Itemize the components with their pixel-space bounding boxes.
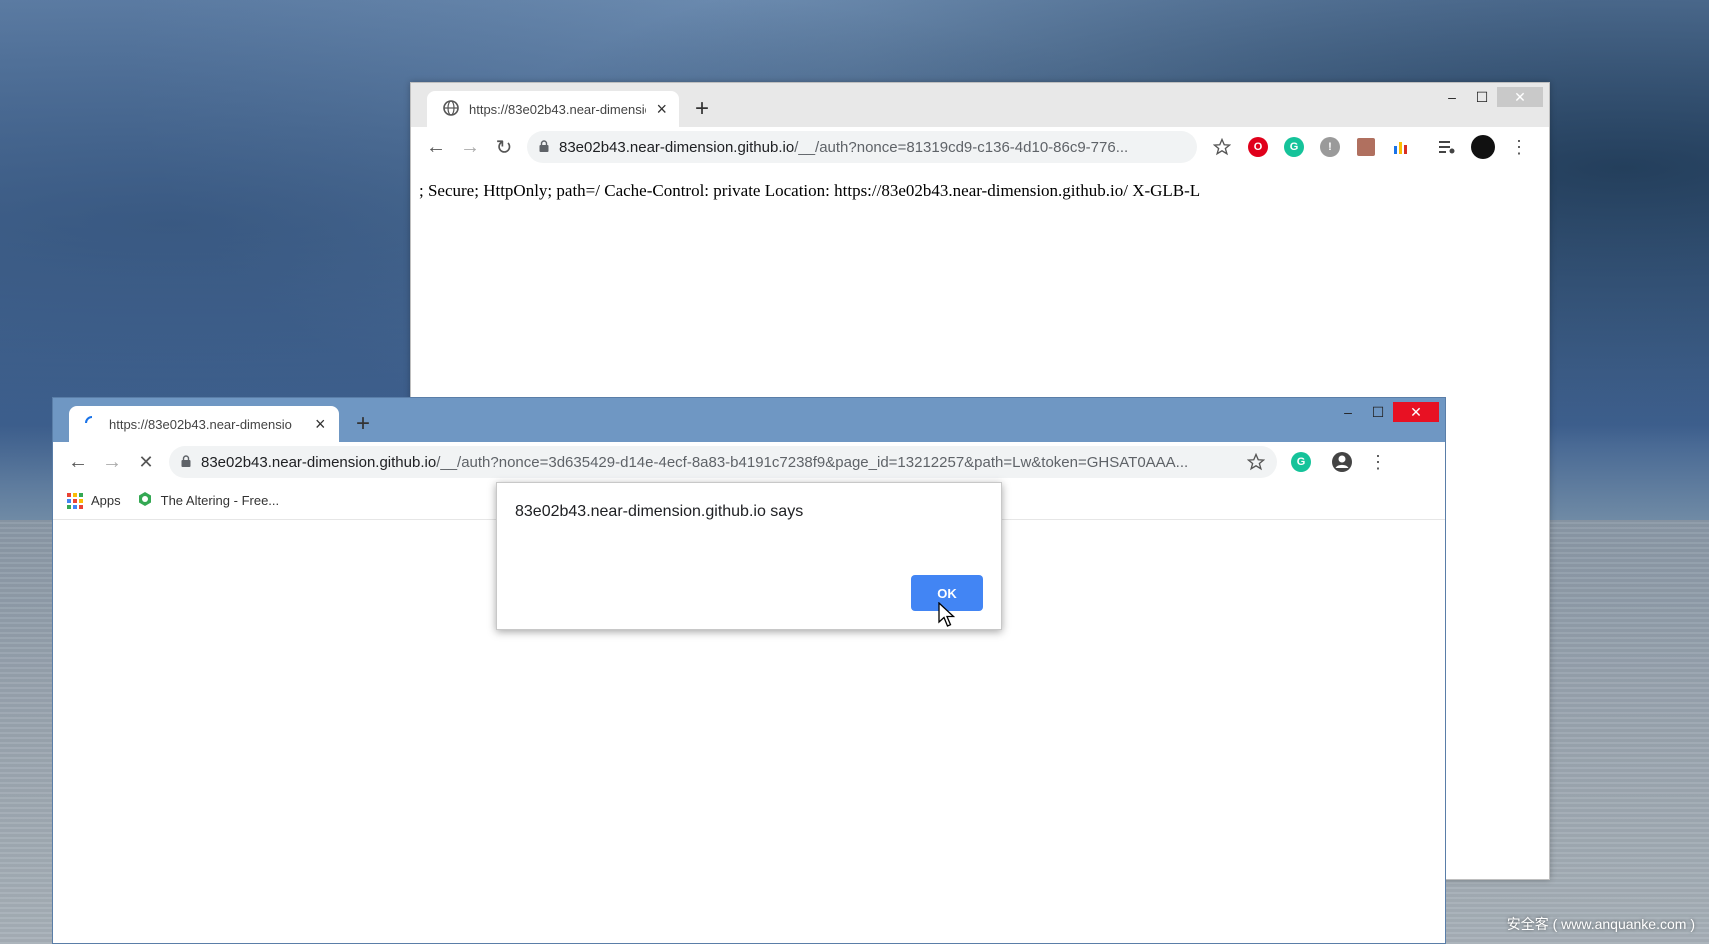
shield-extension-icon[interactable]: ! [1317,134,1343,160]
bookmark-apps[interactable]: Apps [67,492,121,509]
globe-icon [443,99,459,119]
new-tab-button[interactable]: + [356,412,370,436]
tab-strip: https://83e02b43.near-dimensio × + – ☐ ✕ [53,398,1445,442]
maximize-button[interactable]: ☐ [1363,402,1393,422]
tab-strip: https://83e02b43.near-dimensio × + – ☐ ✕ [411,83,1549,127]
menu-dots-icon[interactable]: ⋮ [1506,134,1532,160]
url-text: 83e02b43.near-dimension.github.io/__/aut… [201,453,1189,471]
forward-arrow-icon[interactable]: → [453,130,487,164]
bookmark-label: The Altering - Free... [160,493,280,508]
account-icon[interactable] [1329,449,1355,475]
response-header-text: ; Secure; HttpOnly; path=/ Cache-Control… [419,181,1201,200]
window-controls: – ☐ ✕ [1437,87,1543,107]
lock-icon [181,454,191,471]
tab-active[interactable]: https://83e02b43.near-dimensio × [427,91,679,127]
window-controls: – ☐ ✕ [1333,402,1439,422]
tab-close-icon[interactable]: × [315,415,326,433]
alert-dialog: 83e02b43.near-dimension.github.io says O… [496,482,1002,630]
grammarly-icon[interactable]: G [1288,449,1314,475]
pdf-icon[interactable] [1353,134,1379,160]
address-bar[interactable]: 83e02b43.near-dimension.github.io/__/aut… [169,446,1277,478]
toolbar: ← → ↻ 83e02b43.near-dimension.github.io/… [411,127,1549,167]
tab-active[interactable]: https://83e02b43.near-dimensio × [69,406,339,442]
new-tab-button[interactable]: + [695,97,709,121]
back-arrow-icon[interactable]: ← [61,445,95,479]
opera-icon[interactable]: O [1245,134,1271,160]
back-arrow-icon[interactable]: ← [419,130,453,164]
minimize-button[interactable]: – [1437,87,1467,107]
tab-close-icon[interactable]: × [656,100,667,118]
watermark: 安全客 ( www.anquanke.com ) [1506,916,1695,932]
profile-avatar[interactable] [1470,134,1496,160]
mouse-pointer-icon [938,602,956,627]
bookmark-label: Apps [91,493,121,508]
address-bar[interactable]: 83e02b43.near-dimension.github.io/__/aut… [527,131,1197,163]
lock-icon [539,139,549,156]
toolbar: ← → ✕ 83e02b43.near-dimension.github.io/… [53,442,1445,482]
altering-icon [137,491,153,510]
close-button[interactable]: ✕ [1497,87,1543,107]
star-icon[interactable] [1209,134,1235,160]
tab-title: https://83e02b43.near-dimensio [109,416,292,432]
tab-title: https://83e02b43.near-dimensio [469,101,647,117]
apps-grid-icon [67,492,83,509]
browser-window-front[interactable]: https://83e02b43.near-dimensio × + – ☐ ✕… [52,397,1446,944]
forward-arrow-icon[interactable]: → [95,445,129,479]
media-icon[interactable] [1434,134,1460,160]
dialog-message: 83e02b43.near-dimension.github.io says [515,503,804,520]
stop-loading-icon[interactable]: ✕ [129,445,163,479]
menu-dots-icon[interactable]: ⋮ [1365,449,1391,475]
analytics-icon[interactable] [1389,134,1415,160]
url-text: 83e02b43.near-dimension.github.io/__/aut… [559,138,1129,156]
loading-spinner-icon [85,415,99,433]
reload-icon[interactable]: ↻ [487,130,521,164]
minimize-button[interactable]: – [1333,402,1363,422]
grammarly-icon[interactable]: G [1281,134,1307,160]
bookmark-the-altering[interactable]: The Altering - Free... [137,491,280,510]
maximize-button[interactable]: ☐ [1467,87,1497,107]
close-button[interactable]: ✕ [1393,402,1439,422]
star-icon[interactable] [1243,449,1269,475]
